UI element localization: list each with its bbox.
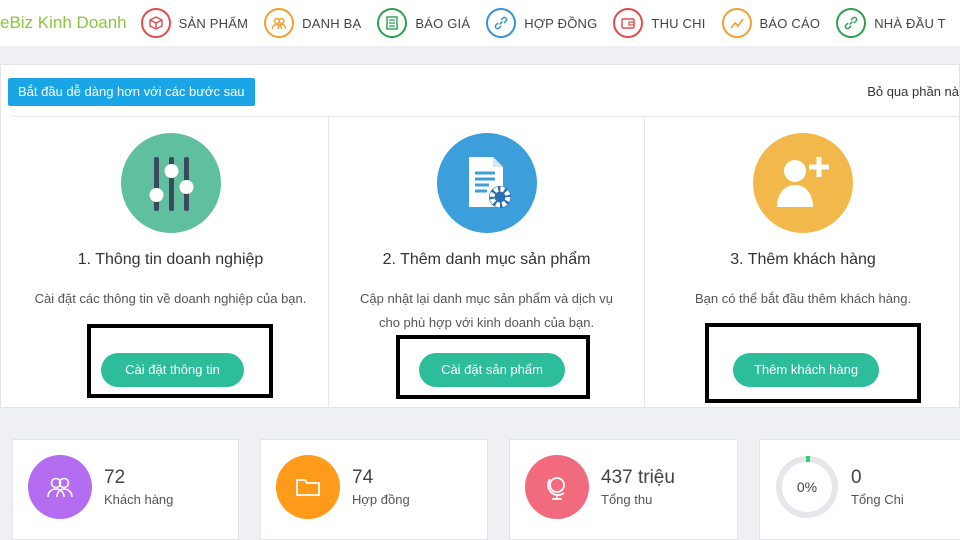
onboarding-steps: 1. Thông tin doanh nghiệp Cài đặt các th… xyxy=(13,116,960,409)
nav-item-hop-dong[interactable]: HỢP ĐỒNG xyxy=(486,8,597,38)
stat-card-customers[interactable]: 72 Khách hàng xyxy=(12,439,239,540)
step-description: Bạn có thể bắt đầu thêm khách hàng. xyxy=(694,291,912,306)
nav-item-danh-ba[interactable]: DANH BẠ xyxy=(264,8,361,38)
nav-label: DANH BẠ xyxy=(302,15,362,31)
ring-percent: 0% xyxy=(796,479,818,495)
step-description: Cập nhật lại danh mục sản phẩm và dịch v… xyxy=(360,291,613,330)
box-icon xyxy=(140,8,171,38)
link-icon xyxy=(836,8,867,38)
stat-label: Tổng Chi xyxy=(851,492,904,507)
setup-info-button[interactable]: Cài đặt thông tin xyxy=(101,353,244,387)
users-icon xyxy=(28,455,92,519)
contacts-icon xyxy=(264,8,295,38)
top-navbar: eBiz Kinh Doanh SẢN PHẨM DANH BẠ BÁO GIÁ… xyxy=(0,0,960,46)
stat-value: 0 xyxy=(851,467,862,488)
step-title: 1. Thông tin doanh nghiệp xyxy=(77,251,264,268)
stat-card-expense[interactable]: 0% 0 Tổng Chi xyxy=(759,439,960,540)
stat-card-revenue[interactable]: 437 triệu Tổng thu xyxy=(509,439,738,540)
link-icon xyxy=(486,8,517,38)
stat-value: 74 xyxy=(352,467,374,488)
stat-label: Tổng thu xyxy=(601,492,653,507)
step-title: 3. Thêm khách hàng xyxy=(730,251,876,268)
step-title: 2. Thêm danh mục sản phẩm xyxy=(382,251,591,268)
skip-link[interactable]: Bỏ qua phần nà xyxy=(867,84,959,99)
nav-label: HỢP ĐỒNG xyxy=(524,15,598,31)
onboarding-panel: Bắt đầu dễ dàng hơn với các bước sau Bỏ … xyxy=(0,64,960,409)
quote-icon xyxy=(377,8,408,38)
nav-item-bao-gia[interactable]: BÁO GIÁ xyxy=(377,8,470,38)
sliders-icon xyxy=(120,133,221,233)
step-card-add-customer: 3. Thêm khách hàng Bạn có thể bắt đầu th… xyxy=(645,117,960,409)
progress-ring: 0% xyxy=(775,455,839,519)
step-description: Cài đặt các thông tin về doanh nghiệp củ… xyxy=(34,291,307,306)
nav-item-san-pham[interactable]: SẢN PHẨM xyxy=(140,8,249,38)
nav-label: NHÀ ĐẦU T xyxy=(874,15,946,31)
globe-icon xyxy=(525,455,589,519)
stat-value: 72 xyxy=(104,467,126,488)
nav-label: BÁO GIÁ xyxy=(415,15,471,31)
trend-icon xyxy=(721,8,752,38)
step-card-product-catalog: 2. Thêm danh mục sản phẩm Cập nhật lại d… xyxy=(329,117,646,409)
folder-icon xyxy=(276,455,340,519)
nav-item-nha-dau-tu[interactable]: NHÀ ĐẦU T xyxy=(836,8,946,38)
nav-item-bao-cao[interactable]: BÁO CÁO xyxy=(721,8,821,38)
nav-item-thu-chi[interactable]: THU CHI xyxy=(613,8,705,38)
add-customer-button[interactable]: Thêm khách hàng xyxy=(733,353,880,387)
onboarding-badge: Bắt đầu dễ dàng hơn với các bước sau xyxy=(8,78,255,106)
setup-product-button[interactable]: Cài đặt sản phẩm xyxy=(419,353,566,387)
brand-name[interactable]: eBiz Kinh Doanh xyxy=(0,13,127,33)
stat-value: 437 triệu xyxy=(601,467,675,488)
nav-label: THU CHI xyxy=(651,15,706,31)
stat-label: Hợp đồng xyxy=(352,492,410,507)
document-gear-icon xyxy=(436,133,537,233)
step-card-business-info: 1. Thông tin doanh nghiệp Cài đặt các th… xyxy=(13,117,330,409)
nav-label: BÁO CÁO xyxy=(759,15,821,31)
stat-label: Khách hàng xyxy=(104,492,174,507)
stat-card-contracts[interactable]: 74 Hợp đồng xyxy=(260,439,488,540)
nav-label: SẢN PHẨM xyxy=(178,15,249,31)
wallet-icon xyxy=(613,8,644,38)
add-user-icon xyxy=(753,133,854,233)
